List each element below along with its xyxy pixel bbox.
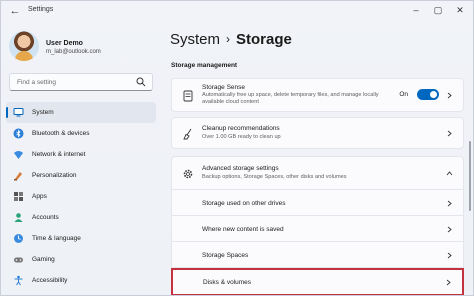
title-bar: ← Settings – ▢ ✕ xyxy=(1,1,473,21)
accessibility-icon xyxy=(14,275,23,286)
sidebar-item-label: Network & internet xyxy=(32,151,86,158)
chevron-right-icon[interactable] xyxy=(446,200,453,207)
app-title: Settings xyxy=(28,6,54,13)
sidebar-item-accounts[interactable]: Accounts xyxy=(6,207,156,228)
search-icon[interactable] xyxy=(136,77,146,87)
settings-window: ← Settings – ▢ ✕ User Demo m_lab@outlook… xyxy=(0,0,474,296)
network-icon xyxy=(14,151,23,159)
sidebar-item-label: Personalization xyxy=(32,172,77,179)
user-name: User Demo xyxy=(46,40,83,47)
accounts-icon xyxy=(14,213,23,222)
cleanup-recommendations-card[interactable]: Cleanup recommendations Over 1.00 GB rea… xyxy=(171,117,464,149)
breadcrumb-parent[interactable]: System xyxy=(170,31,220,48)
sidebar-item-time-language[interactable]: Time & language xyxy=(6,228,156,249)
chevron-up-icon[interactable] xyxy=(446,170,453,177)
sidebar-item-system[interactable]: System xyxy=(6,102,156,123)
chevron-right-icon[interactable] xyxy=(446,130,453,137)
gaming-icon xyxy=(14,257,23,263)
cleanup-title: Cleanup recommendations xyxy=(202,125,280,132)
page-title: Storage xyxy=(236,31,292,48)
storage-drive-icon xyxy=(183,90,193,102)
sidebar-item-label: System xyxy=(32,109,54,116)
subitem-label: Where new content is saved xyxy=(202,226,284,233)
storage-sense-title: Storage Sense xyxy=(202,84,246,91)
advanced-subitem-storage-spaces[interactable]: Storage Spaces xyxy=(171,242,464,268)
sidebar-item-network[interactable]: Network & internet xyxy=(6,144,156,165)
subitem-label: Storage Spaces xyxy=(202,252,249,259)
user-email: m_lab@outlook.com xyxy=(46,49,101,55)
close-button[interactable]: ✕ xyxy=(449,1,471,19)
subitem-label: Storage used on other drives xyxy=(202,200,286,207)
sidebar-item-accessibility[interactable]: Accessibility xyxy=(6,270,156,291)
sidebar-item-label: Apps xyxy=(32,193,47,200)
breadcrumb-separator: › xyxy=(226,32,231,46)
search-placeholder: Find a setting xyxy=(17,79,57,86)
storage-sense-toggle[interactable] xyxy=(417,89,439,100)
sidebar-item-apps[interactable]: Apps xyxy=(6,186,156,207)
gear-icon xyxy=(183,169,193,179)
minimize-button[interactable]: – xyxy=(405,1,427,19)
sidebar-item-label: Accounts xyxy=(32,214,59,221)
breadcrumb: System › Storage xyxy=(170,31,292,48)
sidebar-item-label: Gaming xyxy=(32,256,55,263)
advanced-storage-title: Advanced storage settings xyxy=(202,165,279,172)
back-arrow-icon[interactable]: ← xyxy=(7,3,23,19)
bluetooth-icon xyxy=(13,128,24,139)
advanced-subitem-new-content[interactable]: Where new content is saved xyxy=(171,216,464,242)
chevron-right-icon[interactable] xyxy=(446,92,453,99)
search-input[interactable]: Find a setting xyxy=(9,73,153,91)
sidebar-item-label: Time & language xyxy=(32,235,81,242)
sidebar-item-gaming[interactable]: Gaming xyxy=(6,249,156,270)
advanced-storage-description: Backup options, Storage Spaces, other di… xyxy=(202,174,347,180)
subitem-label: Disks & volumes xyxy=(203,279,252,286)
time-language-icon xyxy=(14,234,23,243)
storage-sense-card[interactable]: Storage Sense Automatically free up spac… xyxy=(171,78,464,112)
chevron-right-icon[interactable] xyxy=(445,279,452,286)
personalization-icon xyxy=(14,172,22,181)
scrollbar[interactable] xyxy=(469,141,471,211)
cleanup-description: Over 1.00 GB ready to clean up xyxy=(202,134,281,140)
maximize-button[interactable]: ▢ xyxy=(427,1,449,19)
apps-icon xyxy=(14,192,23,201)
sidebar-item-label: Accessibility xyxy=(32,277,68,284)
chevron-right-icon[interactable] xyxy=(446,226,453,233)
broom-icon xyxy=(183,128,192,140)
system-icon xyxy=(13,108,24,117)
section-title: Storage management xyxy=(171,62,238,69)
chevron-right-icon[interactable] xyxy=(446,252,453,259)
advanced-subitem-disks-volumes[interactable]: Disks & volumes xyxy=(171,268,464,295)
storage-sense-description: Automatically free up space, delete temp… xyxy=(202,92,379,106)
sidebar-nav: System Bluetooth & devices Network & int… xyxy=(6,102,156,291)
storage-sense-toggle-label: On xyxy=(399,91,408,98)
sidebar-item-bluetooth[interactable]: Bluetooth & devices xyxy=(6,123,156,144)
advanced-subitem-other-drives[interactable]: Storage used on other drives xyxy=(171,190,464,216)
avatar[interactable] xyxy=(9,31,39,61)
sidebar-item-label: Bluetooth & devices xyxy=(32,130,90,137)
advanced-storage-settings-card[interactable]: Advanced storage settings Backup options… xyxy=(171,156,464,190)
sidebar-item-personalization[interactable]: Personalization xyxy=(6,165,156,186)
